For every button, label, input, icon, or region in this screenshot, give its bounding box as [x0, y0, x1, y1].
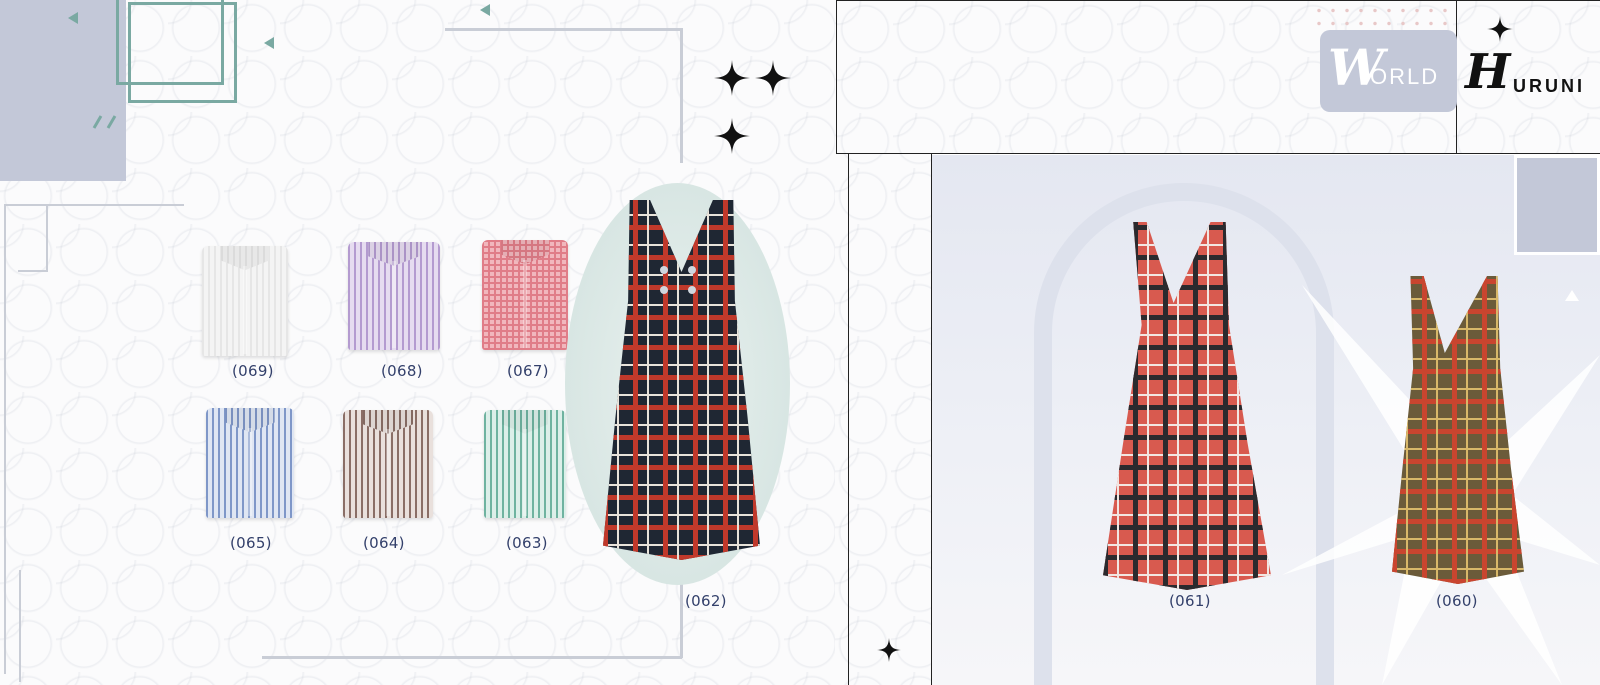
triangle-icon: [68, 12, 78, 24]
shirt-068-image: [348, 242, 440, 350]
shirt-064-image: [343, 410, 433, 518]
shirt-063-image: [484, 410, 566, 518]
shirt-065-image: [206, 408, 294, 518]
teal-square-outline-2: [128, 2, 237, 103]
dot-grid-decor: [1312, 4, 1447, 30]
logo-word-uruni: URUNI: [1513, 76, 1585, 96]
slate-block-decor: [0, 0, 126, 181]
frame-line: [4, 204, 6, 674]
frame-line: [19, 570, 21, 682]
logo-initial-h: H: [1465, 44, 1511, 100]
product-code-065: (065): [230, 534, 272, 552]
sparkle-icon: [755, 60, 791, 96]
sparkle-icon: [1487, 16, 1513, 42]
product-code-068: (068): [381, 362, 423, 380]
sparkle-icon: [877, 638, 901, 662]
product-code-060: (060): [1436, 592, 1478, 610]
product-code-067: (067): [507, 362, 549, 380]
triangle-icon: [1565, 290, 1579, 301]
pinafore-button-icons: [660, 266, 696, 294]
frame-line: [680, 28, 683, 163]
frame-line: [18, 204, 48, 272]
frame-line: [262, 656, 682, 659]
product-code-064: (064): [363, 534, 405, 552]
sparkle-icon: [714, 118, 750, 154]
brand-logo-huruni: H URUNI: [1463, 44, 1598, 100]
product-code-069: (069): [232, 362, 274, 380]
shirt-067-image: [482, 240, 568, 350]
slash-marks-decor: [92, 114, 124, 130]
product-code-063: (063): [506, 534, 548, 552]
product-code-062: (062): [685, 592, 727, 610]
logo-word-orld: ORLD: [1370, 64, 1440, 89]
shirt-069-image: [202, 246, 288, 356]
square-outline-decor: [1514, 155, 1600, 255]
product-code-061: (061): [1169, 592, 1211, 610]
triangle-icon: [264, 37, 274, 49]
frame-line: [445, 28, 683, 31]
sparkle-icon: [714, 60, 750, 96]
brand-logo-world: W ORLD: [1320, 30, 1457, 112]
triangle-icon: [480, 4, 490, 16]
